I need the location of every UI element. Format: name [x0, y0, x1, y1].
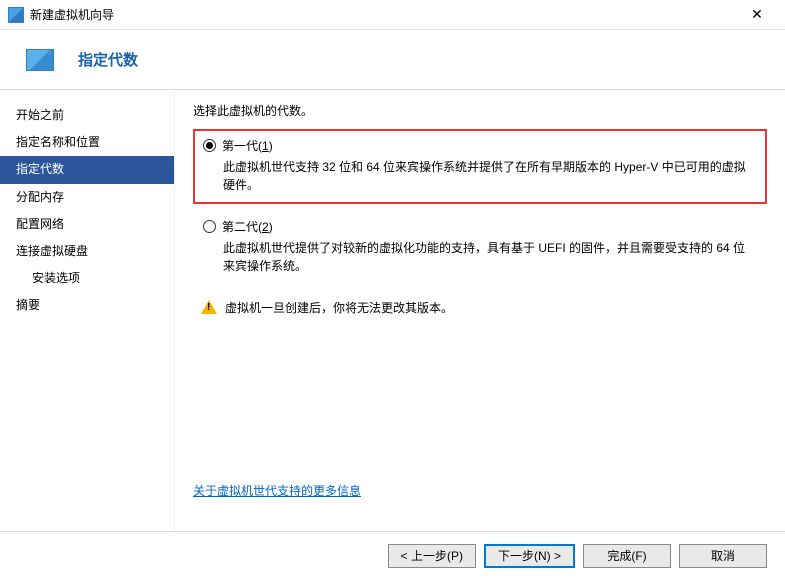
window-title: 新建虚拟机向导: [30, 6, 737, 23]
generation-1-radio-row[interactable]: 第一代(1): [203, 137, 757, 154]
gen1-description: 此虚拟机世代支持 32 位和 64 位来宾操作系统并提供了在所有早期版本的 Hy…: [223, 158, 757, 194]
sidebar-item-before-begin[interactable]: 开始之前: [0, 102, 174, 129]
close-icon: ✕: [751, 6, 763, 23]
wizard-icon: [26, 49, 54, 71]
warning-icon: [201, 300, 217, 314]
sidebar-item-generation[interactable]: 指定代数: [0, 156, 174, 183]
generation-2-option[interactable]: 第二代(2) 此虚拟机世代提供了对较新的虚拟化功能的支持，具有基于 UEFI 的…: [193, 210, 767, 285]
wizard-header: 指定代数: [0, 30, 785, 90]
titlebar: 新建虚拟机向导 ✕: [0, 0, 785, 30]
spacer: [193, 316, 767, 482]
wizard-footer: < 上一步(P) 下一步(N) > 完成(F) 取消: [0, 531, 785, 579]
warning-row: 虚拟机一旦创建后，你将无法更改其版本。: [201, 299, 767, 316]
close-button[interactable]: ✕: [737, 1, 777, 29]
wizard-steps-sidebar: 开始之前 指定名称和位置 指定代数 分配内存 配置网络 连接虚拟硬盘 安装选项 …: [0, 90, 175, 531]
app-icon: [8, 7, 24, 23]
cancel-button[interactable]: 取消: [679, 544, 767, 568]
generation-2-radio-row[interactable]: 第二代(2): [203, 218, 757, 235]
generation-1-option[interactable]: 第一代(1) 此虚拟机世代支持 32 位和 64 位来宾操作系统并提供了在所有早…: [193, 129, 767, 204]
page-title: 指定代数: [78, 49, 138, 70]
wizard-main: 选择此虚拟机的代数。 第一代(1) 此虚拟机世代支持 32 位和 64 位来宾操…: [175, 90, 785, 531]
finish-button[interactable]: 完成(F): [583, 544, 671, 568]
instruction-text: 选择此虚拟机的代数。: [193, 102, 767, 119]
previous-button[interactable]: < 上一步(P): [388, 544, 476, 568]
gen2-description: 此虚拟机世代提供了对较新的虚拟化功能的支持，具有基于 UEFI 的固件，并且需要…: [223, 239, 757, 275]
radio-gen1[interactable]: [203, 139, 216, 152]
sidebar-item-vhd[interactable]: 连接虚拟硬盘: [0, 238, 174, 265]
sidebar-item-memory[interactable]: 分配内存: [0, 184, 174, 211]
gen2-label: 第二代(2): [222, 218, 273, 235]
sidebar-item-install-options[interactable]: 安装选项: [0, 265, 174, 292]
radio-gen2[interactable]: [203, 220, 216, 233]
next-button[interactable]: 下一步(N) >: [484, 544, 575, 568]
sidebar-item-name-location[interactable]: 指定名称和位置: [0, 129, 174, 156]
wizard-body: 开始之前 指定名称和位置 指定代数 分配内存 配置网络 连接虚拟硬盘 安装选项 …: [0, 90, 785, 531]
warning-text: 虚拟机一旦创建后，你将无法更改其版本。: [225, 299, 453, 316]
gen1-label: 第一代(1): [222, 137, 273, 154]
sidebar-item-summary[interactable]: 摘要: [0, 292, 174, 319]
sidebar-item-network[interactable]: 配置网络: [0, 211, 174, 238]
more-info-link[interactable]: 关于虚拟机世代支持的更多信息: [193, 482, 767, 499]
